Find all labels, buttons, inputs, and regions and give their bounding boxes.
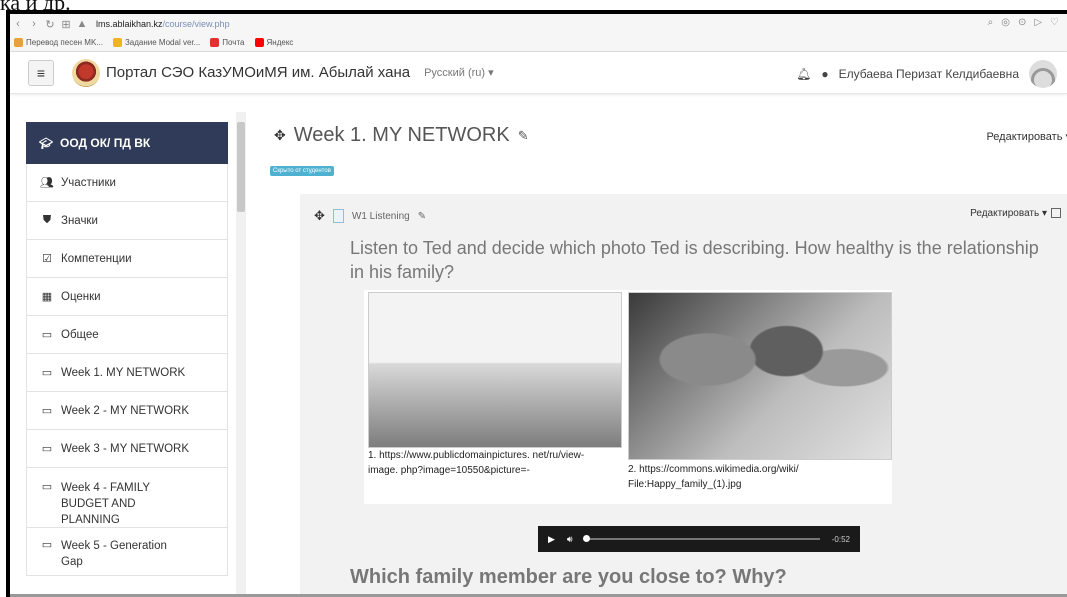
- back-icon[interactable]: ‹: [10, 18, 26, 30]
- bookmark-icon: [14, 38, 23, 47]
- hamburger-icon: ≡: [36, 64, 46, 81]
- folder-icon: ▭: [41, 405, 53, 417]
- search-icon[interactable]: ⌕: [988, 17, 994, 28]
- bookmark-item[interactable]: Задание Modal ver...: [112, 38, 200, 47]
- section-edit-menu[interactable]: Редактировать ▾: [986, 130, 1067, 143]
- sidebar-item-competencies[interactable]: ☑ Компетенции: [26, 240, 228, 278]
- bookmark-icon: [112, 38, 122, 47]
- table-icon: ▦: [41, 291, 53, 303]
- file-icon: [332, 209, 344, 223]
- shield-icon: ⛊: [42, 214, 52, 226]
- folder-icon: ▭: [41, 329, 53, 341]
- folder-icon: ▭: [41, 481, 53, 493]
- user-name[interactable]: Елубаева Перизат Келдибаевна: [839, 67, 1019, 81]
- bookmark-item[interactable]: Яндекс: [254, 38, 293, 47]
- pencil-icon[interactable]: ✎: [418, 211, 426, 222]
- url-path: /course/view.php: [162, 19, 230, 29]
- folder-icon: ▭: [41, 443, 53, 455]
- url-host: lms.ablaikhan.kz: [96, 19, 163, 29]
- activity-edit-menu[interactable]: Редактировать ▾: [970, 208, 1061, 219]
- sidebar-item-week1[interactable]: ▭ Week 1. MY NETWORK: [26, 354, 228, 392]
- sidebar-item-week3[interactable]: ▭ Week 3 - MY NETWORK: [26, 430, 228, 468]
- settings-icon[interactable]: ⊙: [1018, 17, 1026, 28]
- sidebar-item-general[interactable]: ▭ Общее: [26, 316, 228, 354]
- chat-icon[interactable]: ●: [821, 67, 828, 81]
- sidebar-item-participants[interactable]: 👥︎ Участники: [26, 164, 228, 202]
- status-badge: Скрыто от студентов: [270, 166, 334, 176]
- audio-time: -0:52: [831, 534, 850, 544]
- grid-icon[interactable]: ⊞: [58, 18, 74, 31]
- section-header: ✥ Week 1. MY NETWORK ✎: [274, 124, 529, 147]
- bell-icon[interactable]: 🔔︎: [796, 67, 811, 81]
- reload-icon[interactable]: ↻: [42, 18, 58, 31]
- move-icon[interactable]: ✥: [274, 127, 286, 144]
- language-selector[interactable]: Русский (ru) ▾: [424, 66, 494, 79]
- sidebar-scrollbar[interactable]: [236, 112, 246, 597]
- section-title: Week 1. MY NETWORK: [293, 124, 510, 146]
- sidebar-item-course[interactable]: 🎓︎ ООД ОК/ ПД ВК: [26, 122, 228, 164]
- sidebar-item-grades[interactable]: ▦ Оценки: [26, 278, 228, 316]
- bookmark-item[interactable]: Перевод песен MK...: [14, 38, 103, 47]
- site-title[interactable]: Портал СЭО КазУМОиМЯ им. Абылай хана: [106, 64, 410, 81]
- course-sidebar: 🎓︎ ООД ОК/ ПД ВК 👥︎ Участники ⛊ Значки ☑ Ком…: [26, 122, 228, 597]
- mail-icon: [210, 38, 220, 47]
- site-logo[interactable]: [72, 58, 100, 87]
- activity-card: ✥ W1 Listening ✎ Редактировать ▾ Listen …: [300, 194, 1067, 597]
- play-icon[interactable]: ▶: [548, 534, 555, 545]
- forward-icon[interactable]: ›: [26, 18, 42, 30]
- activity-title[interactable]: W1 Listening: [352, 211, 410, 222]
- volume-icon[interactable]: 🔊︎: [567, 534, 573, 545]
- avatar[interactable]: [1029, 60, 1057, 88]
- browser-window: ‹ › ↻ ⊞ ▲ lms.ablaikhan.kz/course/view.p…: [6, 10, 1067, 597]
- yandex-icon: [254, 38, 264, 47]
- send-icon[interactable]: ▷: [1034, 17, 1042, 28]
- activity-prompt: Listen to Ted and decide which photo Ted…: [350, 238, 1039, 282]
- audio-player: ▶ 🔊︎ -0:52: [538, 526, 860, 552]
- audio-progress-slider[interactable]: [582, 535, 820, 542]
- browser-toolbar: ‹ › ↻ ⊞ ▲ lms.ablaikhan.kz/course/view.p…: [10, 14, 1067, 34]
- sidebar-item-badges[interactable]: ⛊ Значки: [26, 202, 228, 240]
- photo-caption-2: 2. https://commons.wikimedia.org/wiki/ F…: [628, 464, 799, 490]
- pencil-icon[interactable]: ✎: [518, 128, 529, 144]
- photo-caption-1: 1. https://www.publicdomainpictures. net…: [368, 450, 585, 476]
- photo-panel: 1. https://www.publicdomainpictures. net…: [364, 290, 892, 504]
- move-icon[interactable]: ✥: [314, 208, 325, 224]
- graduation-cap-icon: 🎓︎: [39, 137, 53, 150]
- folder-icon: ▭: [41, 539, 53, 551]
- menu-toggle-button[interactable]: ≡: [28, 59, 54, 86]
- family-photo-2: [628, 292, 892, 460]
- sidebar-item-week5[interactable]: ▭ Week 5 - Generation Gap: [26, 528, 228, 576]
- warning-icon: ▲: [76, 18, 88, 30]
- sidebar-item-week4[interactable]: ▭ Week 4 - FAMILY BUDGET AND PLANNING: [26, 468, 228, 528]
- family-photo-1: [368, 292, 622, 448]
- folder-icon: ▭: [41, 367, 53, 379]
- users-icon: 👥︎: [40, 177, 54, 189]
- address-bar[interactable]: lms.ablaikhan.kz/course/view.php: [96, 19, 230, 29]
- site-navbar: ≡ Портал СЭО КазУМОиМЯ им. Абылай хана Р…: [10, 52, 1067, 94]
- bookmark-item[interactable]: Почта: [210, 38, 245, 47]
- next-question: Which family member are you close to? Wh…: [350, 566, 787, 588]
- sidebar-item-week2[interactable]: ▭ Week 2 - MY NETWORK: [26, 392, 228, 430]
- bookmarks-bar: Перевод песен MK... Задание Modal ver...…: [10, 34, 1067, 52]
- heart-icon[interactable]: ♡: [1050, 17, 1059, 28]
- camera-icon[interactable]: ◎: [1001, 17, 1010, 28]
- completion-checkbox[interactable]: [1051, 208, 1061, 219]
- checkbox-icon: ☑: [42, 253, 52, 265]
- course-content: ✥ Week 1. MY NETWORK ✎ Редактировать ▾ С…: [260, 112, 1067, 597]
- scrollbar-thumb[interactable]: [237, 122, 245, 212]
